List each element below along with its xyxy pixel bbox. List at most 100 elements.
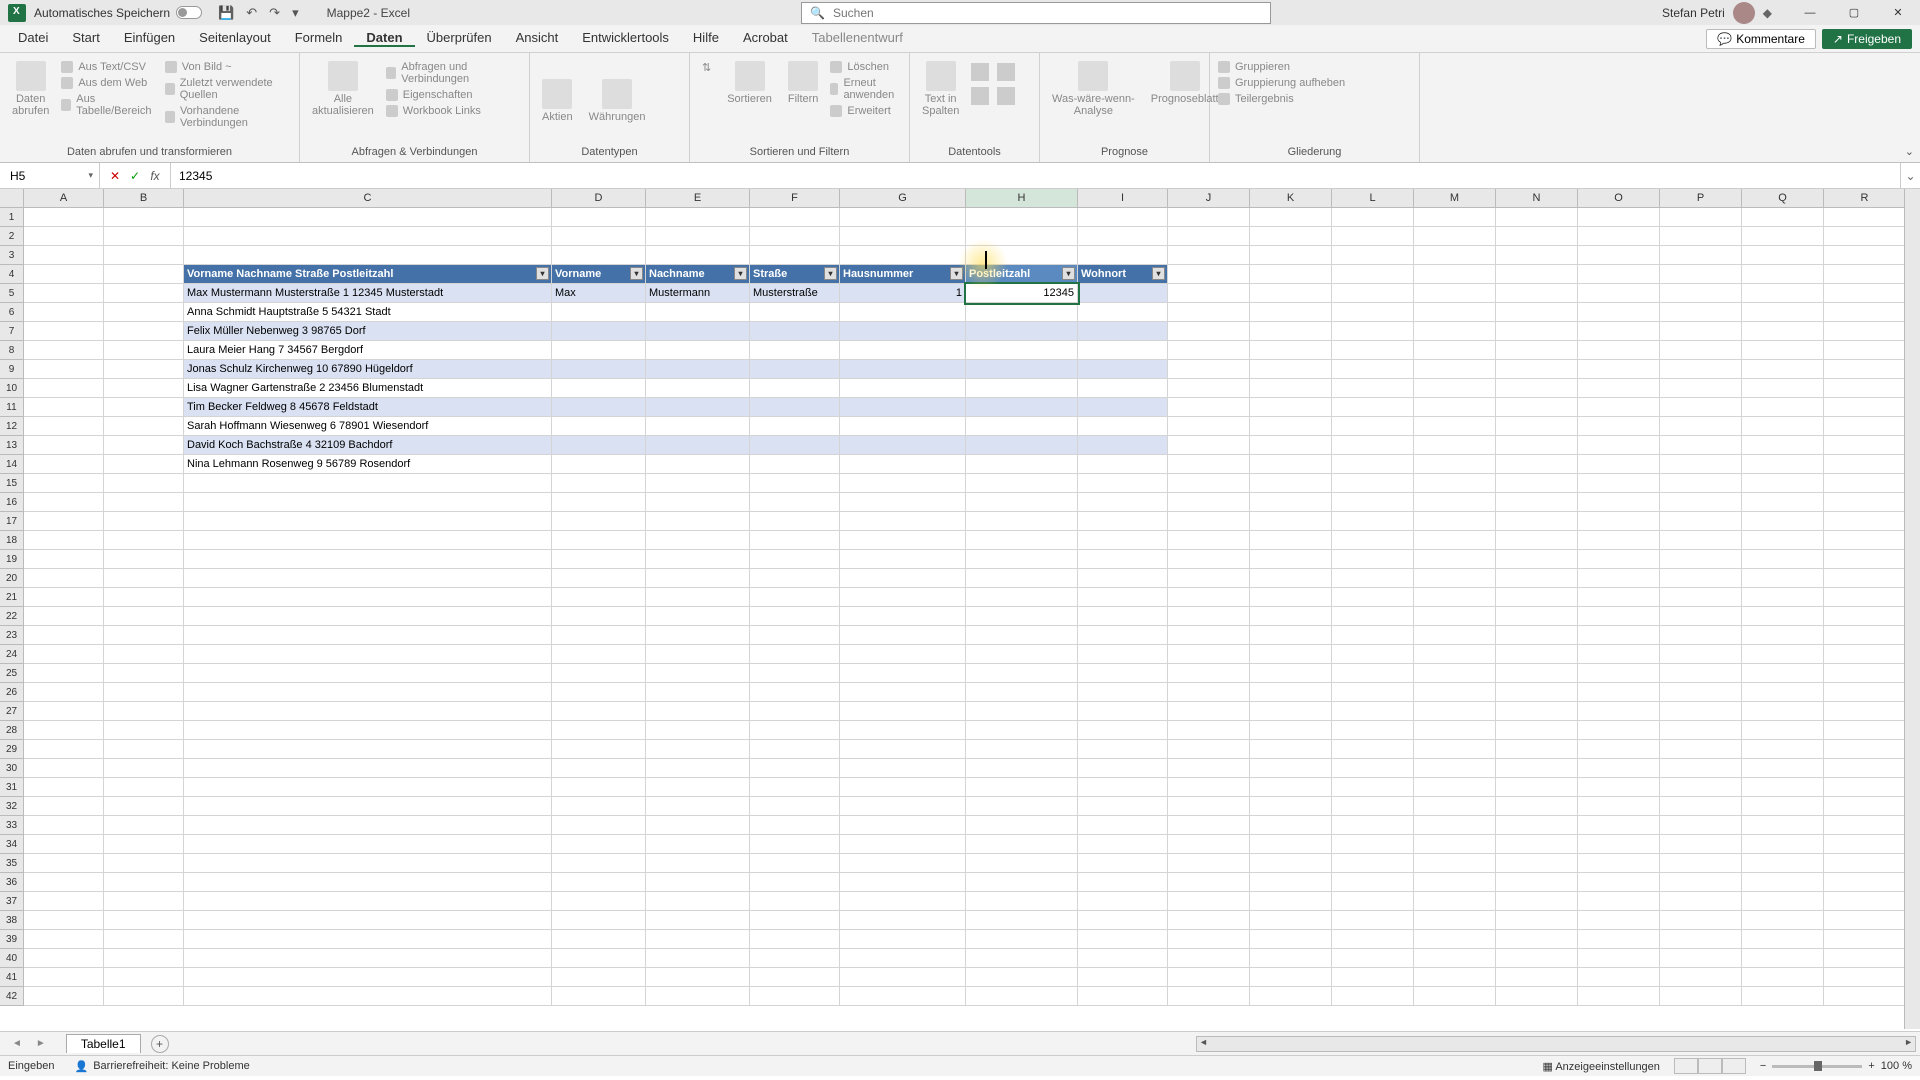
cell[interactable] [184,569,552,588]
cell[interactable] [1250,892,1332,911]
cell[interactable] [750,550,840,569]
cell[interactable] [1414,246,1496,265]
cell[interactable] [1078,911,1168,930]
cell[interactable] [552,645,646,664]
cell[interactable] [840,379,966,398]
sheet-tab[interactable]: Tabelle1 [66,1034,141,1053]
cell[interactable] [24,398,104,417]
cell[interactable] [1578,721,1660,740]
cell[interactable] [1414,949,1496,968]
cell[interactable] [646,683,750,702]
cell[interactable] [24,417,104,436]
cell[interactable] [184,721,552,740]
cell[interactable] [1742,683,1824,702]
cell[interactable] [552,702,646,721]
cell[interactable]: Tim Becker Feldweg 8 45678 Feldstadt [184,398,552,417]
cell[interactable] [1496,797,1578,816]
cell[interactable] [1578,645,1660,664]
cell[interactable] [646,835,750,854]
filter-dropdown-icon[interactable]: ▾ [734,267,747,280]
cell[interactable] [1496,607,1578,626]
cell[interactable] [1578,455,1660,474]
cell[interactable] [552,474,646,493]
row-header[interactable]: 21 [0,588,24,607]
cell[interactable] [646,379,750,398]
redo-icon[interactable]: ↷ [269,5,280,21]
ribbon-item[interactable]: Gruppieren [1218,61,1345,73]
maximize-button[interactable]: ▢ [1832,0,1876,25]
cell[interactable] [184,645,552,664]
cell[interactable] [552,588,646,607]
cell[interactable] [1414,854,1496,873]
cell[interactable] [750,835,840,854]
cell[interactable] [1414,474,1496,493]
cell[interactable] [750,569,840,588]
tab-tabellenentwurf[interactable]: Tabellenentwurf [800,30,915,45]
cell[interactable] [1078,512,1168,531]
tab-überprüfen[interactable]: Überprüfen [415,30,504,45]
row-header[interactable]: 36 [0,873,24,892]
enter-icon[interactable]: ✓ [126,169,144,183]
cell[interactable] [750,588,840,607]
row-header[interactable]: 33 [0,816,24,835]
cell[interactable] [1578,968,1660,987]
cell[interactable] [104,778,184,797]
row-header[interactable]: 34 [0,835,24,854]
cell[interactable] [1742,265,1824,284]
ribbon-item[interactable]: Abfragen und Verbindungen [386,61,521,85]
cell[interactable] [1250,455,1332,474]
cell[interactable] [966,512,1078,531]
cell[interactable] [1250,759,1332,778]
row-headers[interactable]: 1234567891011121314151617181920212223242… [0,208,24,1006]
cell[interactable] [1742,569,1824,588]
cell[interactable] [1824,322,1906,341]
cell[interactable] [552,550,646,569]
cell[interactable] [1824,873,1906,892]
cell[interactable] [840,683,966,702]
cell[interactable] [24,322,104,341]
cell[interactable] [1660,550,1742,569]
cell[interactable] [1078,398,1168,417]
cell[interactable] [840,778,966,797]
cell[interactable] [1332,854,1414,873]
share-button[interactable]: ↗ Freigeben [1822,29,1912,49]
cell[interactable] [750,246,840,265]
cell[interactable] [1496,379,1578,398]
cell[interactable] [1742,664,1824,683]
column-headers[interactable]: ABCDEFGHIJKLMNOPQR [24,189,1920,208]
cell[interactable] [966,474,1078,493]
ribbon-item[interactable]: Teilergebnis [1218,93,1345,105]
cell[interactable] [24,455,104,474]
cell[interactable] [966,436,1078,455]
cell[interactable]: Max [552,284,646,303]
cell[interactable] [24,702,104,721]
ribbon-item[interactable]: Aus Tabelle/Bereich [61,93,156,117]
ribbon-item[interactable]: Aus Text/CSV [61,61,156,73]
cell[interactable] [646,892,750,911]
cell[interactable] [1824,284,1906,303]
cell[interactable] [1824,740,1906,759]
cell[interactable] [104,759,184,778]
cell[interactable] [104,645,184,664]
cell[interactable] [1660,892,1742,911]
cell[interactable] [1332,360,1414,379]
cell[interactable] [840,626,966,645]
cell[interactable] [840,835,966,854]
cell[interactable] [1742,721,1824,740]
cell[interactable] [24,816,104,835]
cell[interactable] [1742,854,1824,873]
cell[interactable] [184,702,552,721]
cell[interactable] [1660,873,1742,892]
cell[interactable] [646,626,750,645]
cell[interactable] [1660,417,1742,436]
cell[interactable] [646,645,750,664]
cell[interactable] [1824,341,1906,360]
row-header[interactable]: 38 [0,911,24,930]
cell[interactable] [750,208,840,227]
cell[interactable] [1824,550,1906,569]
cell[interactable] [184,949,552,968]
cell[interactable] [1742,740,1824,759]
cell[interactable] [1660,303,1742,322]
cell[interactable] [1078,797,1168,816]
cell[interactable] [24,550,104,569]
